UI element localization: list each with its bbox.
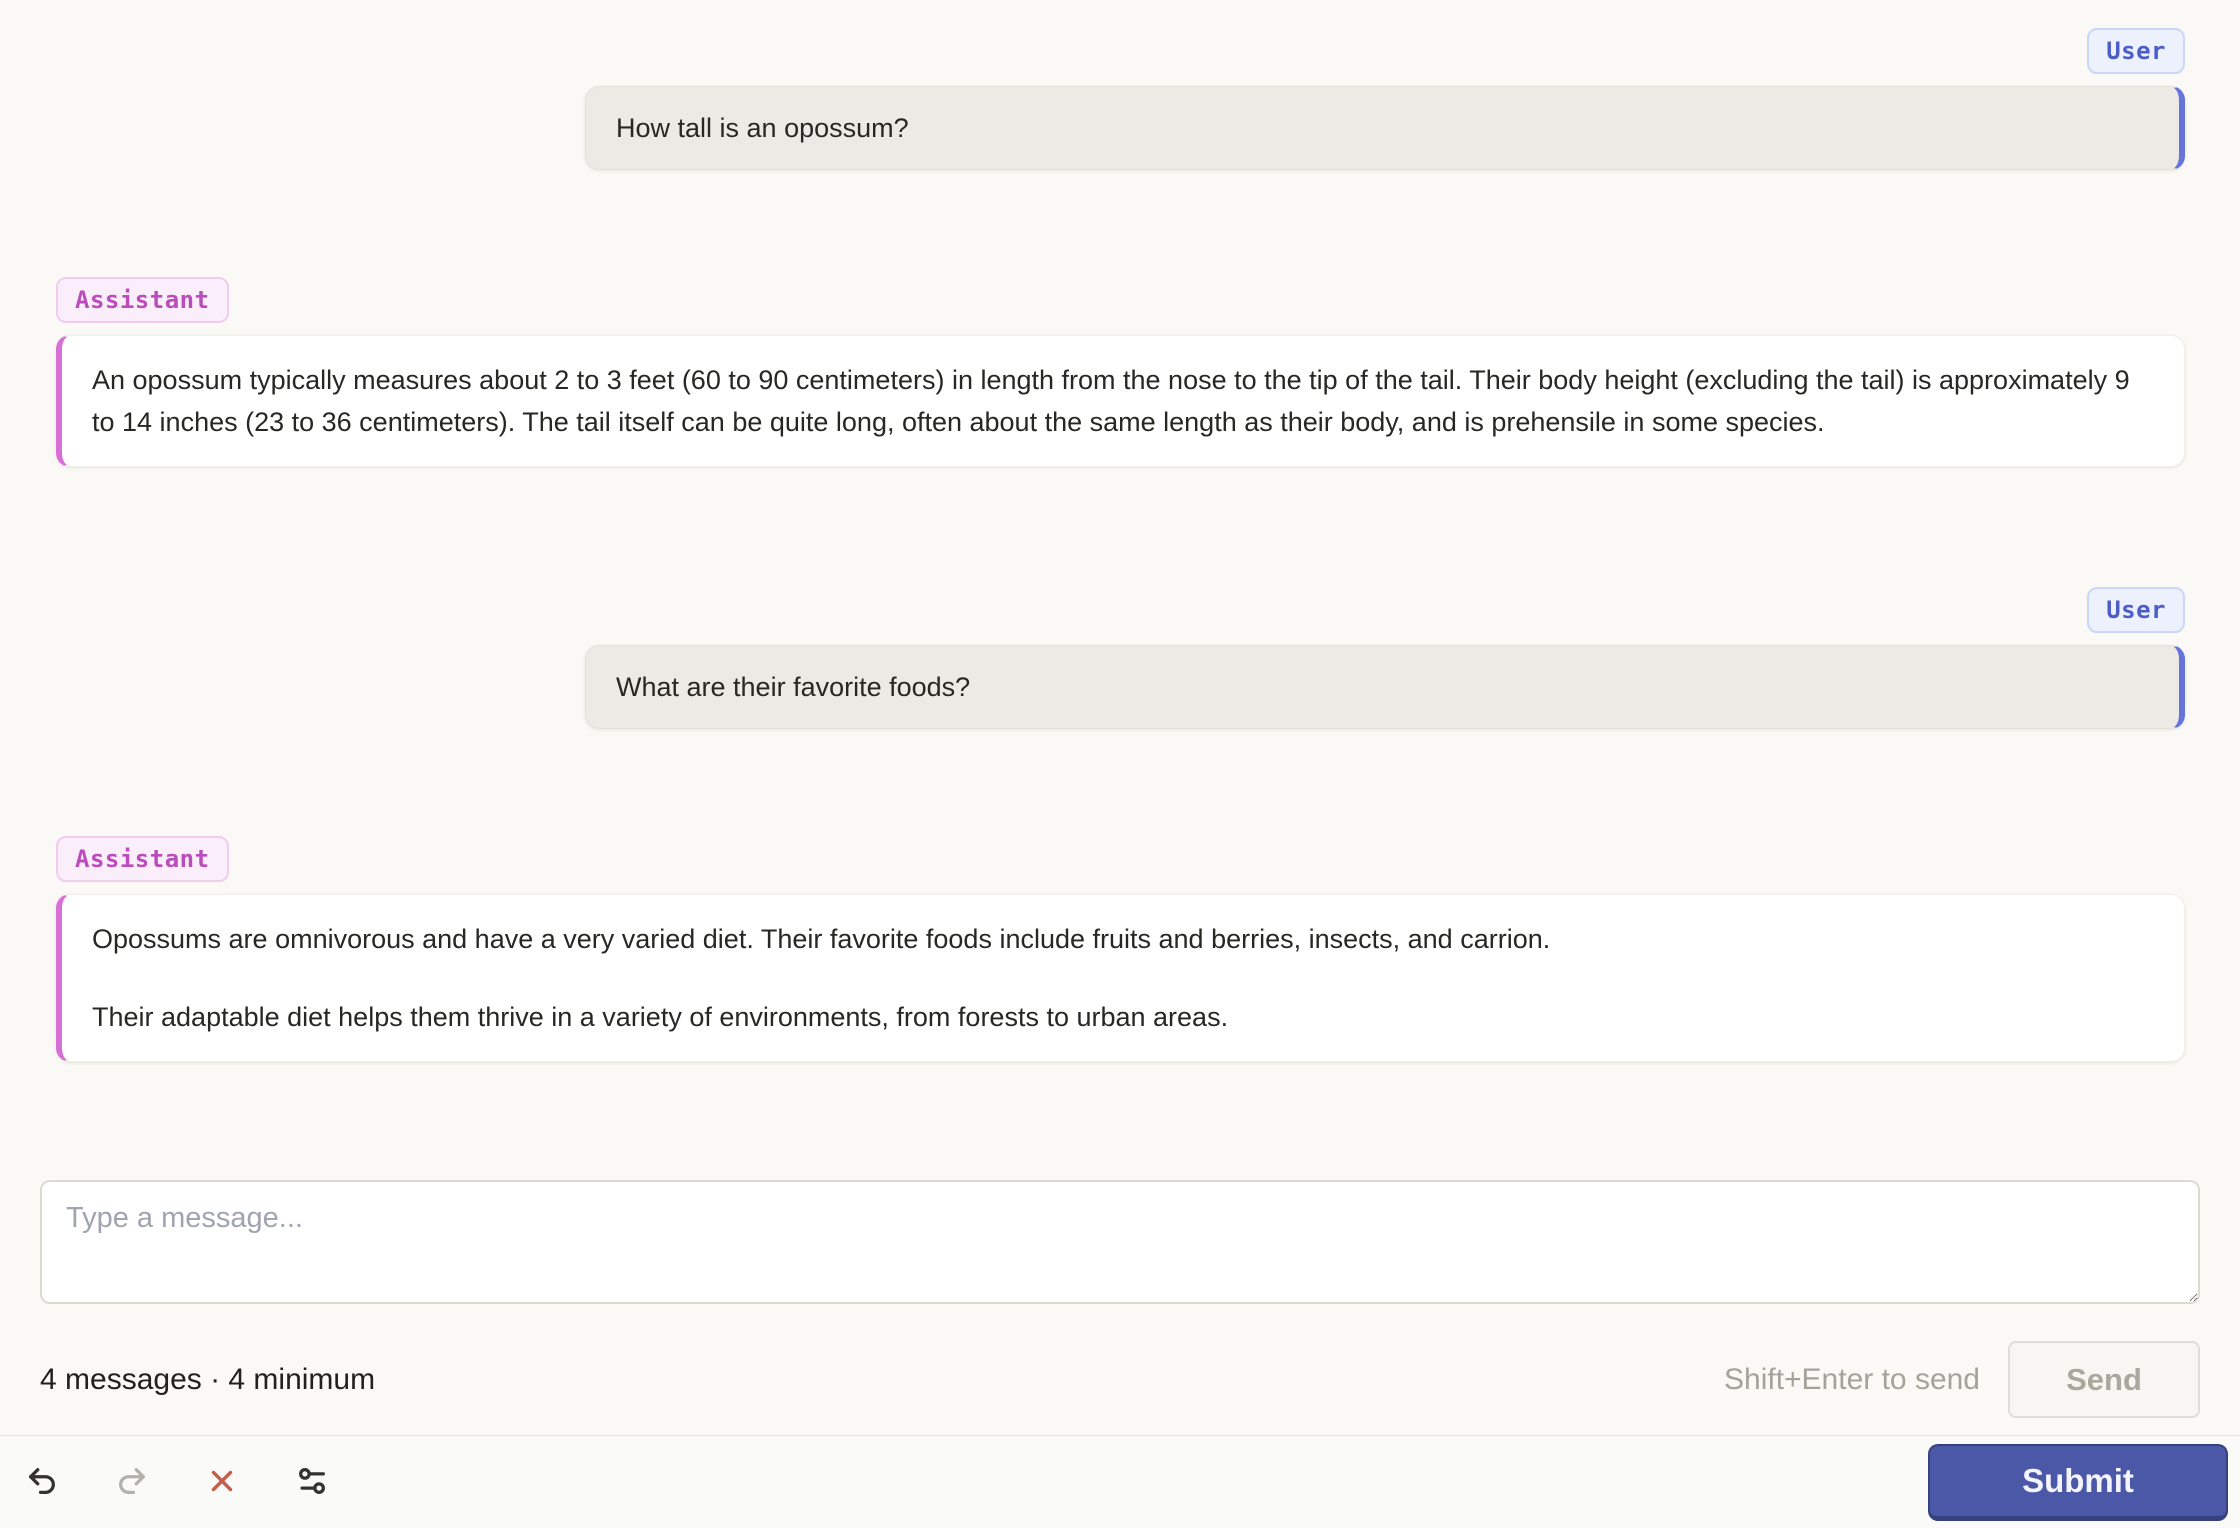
assistant-message: Assistant Opossums are omnivorous and ha… <box>56 836 2185 1062</box>
undo-button[interactable] <box>12 1452 72 1512</box>
undo-icon <box>25 1464 59 1501</box>
redo-icon <box>115 1464 149 1501</box>
submit-button[interactable]: Submit <box>1928 1443 2228 1521</box>
assistant-role-badge: Assistant <box>56 836 229 882</box>
discard-button[interactable] <box>192 1452 252 1512</box>
user-message: User How tall is an opossum? <box>56 28 2185 170</box>
sliders-icon <box>295 1464 329 1501</box>
redo-button[interactable] <box>102 1452 162 1512</box>
user-role-badge: User <box>2087 28 2185 74</box>
user-role-badge: User <box>2087 587 2185 633</box>
x-icon <box>205 1464 239 1501</box>
assistant-paragraph: An opossum typically measures about 2 to… <box>92 365 2130 437</box>
assistant-paragraph: Their adaptable diet helps them thrive i… <box>92 1002 1229 1032</box>
composer-footer: 4 messages · 4 minimum Shift+Enter to se… <box>40 1341 2200 1418</box>
settings-button[interactable] <box>282 1452 342 1512</box>
assistant-message: Assistant An opossum typically measures … <box>56 277 2185 467</box>
assistant-message-card: Opossums are omnivorous and have a very … <box>56 894 2185 1062</box>
send-shortcut-hint: Shift+Enter to send <box>1724 1362 1980 1396</box>
assistant-role-badge: Assistant <box>56 277 229 323</box>
assistant-paragraph: Opossums are omnivorous and have a very … <box>92 924 1551 954</box>
message-composer: 4 messages · 4 minimum Shift+Enter to se… <box>0 1180 2240 1418</box>
user-message: User What are their favorite foods? <box>56 587 2185 729</box>
chat-transcript: User How tall is an opossum? Assistant A… <box>0 0 2240 1062</box>
message-input[interactable] <box>40 1180 2200 1304</box>
user-message-bubble: What are their favorite foods? <box>585 645 2185 729</box>
user-message-bubble: How tall is an opossum? <box>585 86 2185 170</box>
bottom-toolbar: Submit <box>0 1435 2240 1528</box>
assistant-message-card: An opossum typically measures about 2 to… <box>56 335 2185 467</box>
send-button[interactable]: Send <box>2008 1341 2200 1418</box>
message-count-status: 4 messages · 4 minimum <box>40 1362 376 1396</box>
